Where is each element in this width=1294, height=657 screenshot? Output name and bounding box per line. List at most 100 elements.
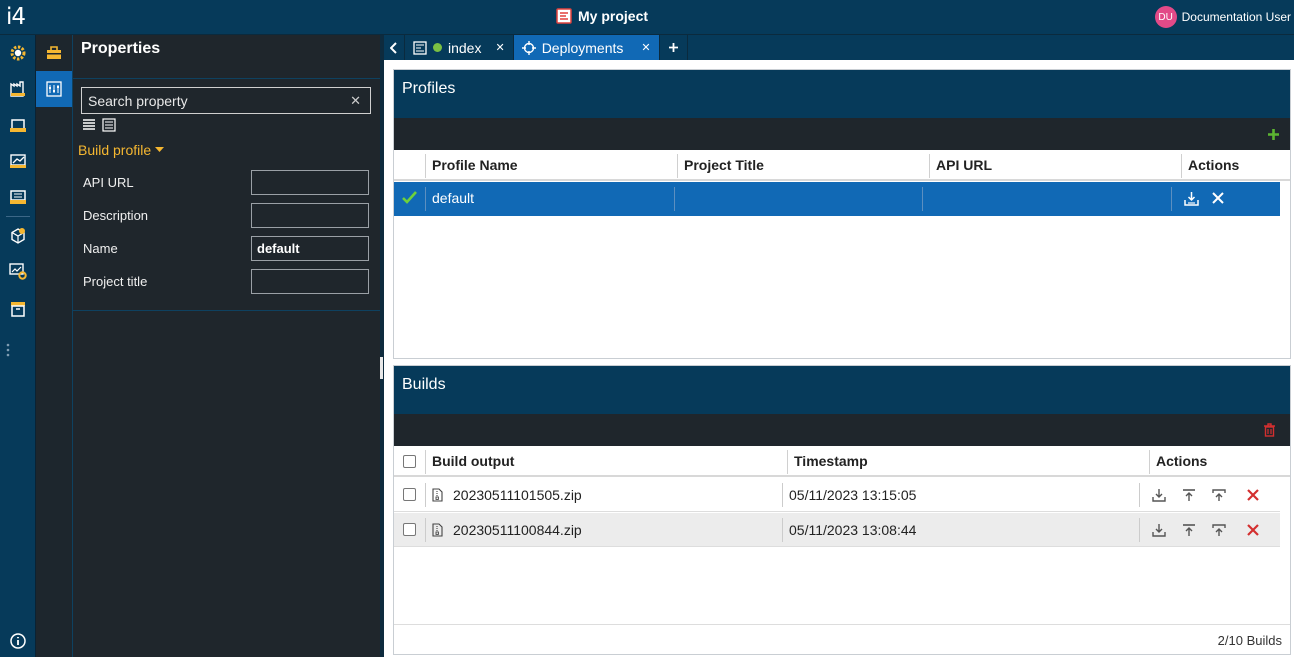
cell-separator [425, 483, 426, 507]
user-avatar[interactable]: DU [1154, 6, 1177, 28]
build-timestamp: 05/11/2023 13:08:44 [789, 522, 917, 538]
chevron-left-icon[interactable] [390, 41, 398, 54]
profiles-toolbar [394, 118, 1290, 150]
cell-separator [674, 187, 675, 211]
factory-icon[interactable] [9, 80, 27, 98]
build-download-icon[interactable] [1184, 191, 1199, 206]
profile-row[interactable]: default [394, 182, 1280, 216]
list-view-icon[interactable] [82, 118, 96, 132]
properties-panel-icon[interactable] [36, 71, 72, 107]
box-open-icon[interactable] [9, 116, 27, 134]
column-separator [677, 154, 678, 178]
close-tab-icon[interactable]: ✕ [495, 41, 504, 54]
column-project-title[interactable]: Project Title [684, 157, 764, 173]
add-tab-button[interactable] [660, 35, 688, 60]
column-build-output[interactable]: Build output [432, 453, 514, 469]
delete-build-icon[interactable] [1247, 524, 1259, 536]
properties-bottom-divider [73, 310, 380, 311]
tabs-back-button[interactable] [384, 35, 405, 60]
cell-separator [425, 518, 426, 542]
delete-profile-icon[interactable] [1212, 192, 1224, 204]
deployments-view: Profiles Profile Name Project Title API … [384, 60, 1294, 657]
search-property-box[interactable]: ✕ [81, 87, 371, 114]
panel-switcher [36, 35, 73, 657]
section-title[interactable]: Build profile [78, 142, 151, 158]
builds-toolbar [394, 414, 1290, 446]
caret-down-icon[interactable] [155, 147, 165, 153]
delete-build-icon[interactable] [1247, 489, 1259, 501]
column-api-url[interactable]: API URL [936, 157, 992, 173]
add-profile-icon[interactable] [1267, 128, 1280, 141]
column-timestamp[interactable]: Timestamp [794, 453, 868, 469]
publish-icon[interactable] [1212, 488, 1226, 502]
tab-deployments[interactable]: Deployments ✕ [513, 35, 660, 60]
top-bar: i4 My project DU Documentation User [0, 0, 1294, 35]
description-field[interactable] [251, 202, 369, 228]
user-name[interactable]: Documentation User [1182, 10, 1291, 24]
build-file-name: 20230511100844.zip [453, 522, 582, 538]
publish-icon[interactable] [1212, 523, 1226, 537]
cell-separator [782, 483, 783, 507]
column-separator [1149, 450, 1150, 474]
api-url-field[interactable] [251, 169, 369, 195]
deploy-icon[interactable] [1182, 488, 1196, 502]
close-tab-icon[interactable]: ✕ [641, 41, 650, 54]
row-checkbox[interactable] [403, 488, 416, 501]
name-field[interactable]: default [251, 235, 369, 261]
properties-title: Properties [81, 40, 161, 57]
toolbox-icon[interactable] [36, 35, 72, 71]
user-menu[interactable]: DU Documentation User [1154, 6, 1291, 28]
column-actions: Actions [1188, 157, 1240, 173]
tab-index[interactable]: index ✕ [405, 35, 514, 60]
chart-gear-icon[interactable] [9, 262, 27, 280]
info-icon[interactable] [9, 632, 27, 650]
cell-separator [1139, 518, 1140, 542]
download-icon[interactable] [1152, 488, 1166, 502]
rail-divider [6, 216, 30, 217]
archive-icon[interactable] [9, 300, 27, 318]
property-label: Name [83, 240, 118, 256]
property-row-name: Name default [83, 235, 370, 261]
column-separator [1181, 154, 1182, 178]
monitor-icon[interactable] [9, 188, 27, 206]
app-logo[interactable]: i4 [6, 4, 26, 30]
checkmark-icon [402, 191, 417, 204]
trash-icon[interactable] [1263, 423, 1276, 437]
project-title-area: My project [556, 8, 648, 24]
select-all-checkbox[interactable] [403, 455, 416, 468]
tab-label[interactable]: Deployments [542, 40, 624, 56]
tab-label[interactable]: index [448, 40, 481, 56]
project-title-field[interactable] [251, 268, 369, 294]
plus-icon[interactable] [668, 42, 679, 53]
column-actions: Actions [1156, 453, 1208, 469]
column-profile-name[interactable]: Profile Name [432, 157, 518, 173]
zip-file-icon [432, 488, 443, 502]
project-title: My project [578, 8, 649, 24]
cell-separator [1139, 483, 1140, 507]
page-icon [413, 40, 427, 55]
splitter-handle[interactable] [380, 357, 383, 379]
builds-panel: Builds Build output Timestamp Actions 20… [393, 365, 1291, 655]
search-property-input[interactable] [88, 92, 338, 109]
property-row-project-title: Project title [83, 268, 370, 294]
chart-box-icon[interactable] [9, 152, 27, 170]
property-label: Description [83, 207, 149, 223]
build-row[interactable]: 20230511101505.zip 05/11/2023 13:15:05 [394, 478, 1280, 512]
cell-separator [922, 187, 923, 211]
row-checkbox[interactable] [403, 523, 416, 536]
gear-icon[interactable] [9, 44, 27, 62]
property-label: Project title [83, 273, 148, 289]
properties-divider [73, 78, 380, 79]
build-profile-section[interactable]: Build profile [78, 142, 165, 158]
cube-upload-icon[interactable] [9, 227, 27, 245]
deploy-icon[interactable] [1182, 523, 1196, 537]
properties-panel: Properties ✕ Build profile API URL Descr… [73, 35, 380, 657]
profiles-panel: Profiles Profile Name Project Title API … [393, 69, 1291, 359]
more-vertical-icon[interactable] [5, 341, 11, 359]
builds-count: 2/10 Builds [1217, 633, 1282, 648]
clear-search-icon[interactable]: ✕ [350, 93, 361, 109]
build-file-name: 20230511101505.zip [453, 487, 582, 503]
download-icon[interactable] [1152, 523, 1166, 537]
build-row[interactable]: 20230511100844.zip 05/11/2023 13:08:44 [394, 513, 1280, 547]
grouped-view-icon[interactable] [102, 118, 116, 132]
